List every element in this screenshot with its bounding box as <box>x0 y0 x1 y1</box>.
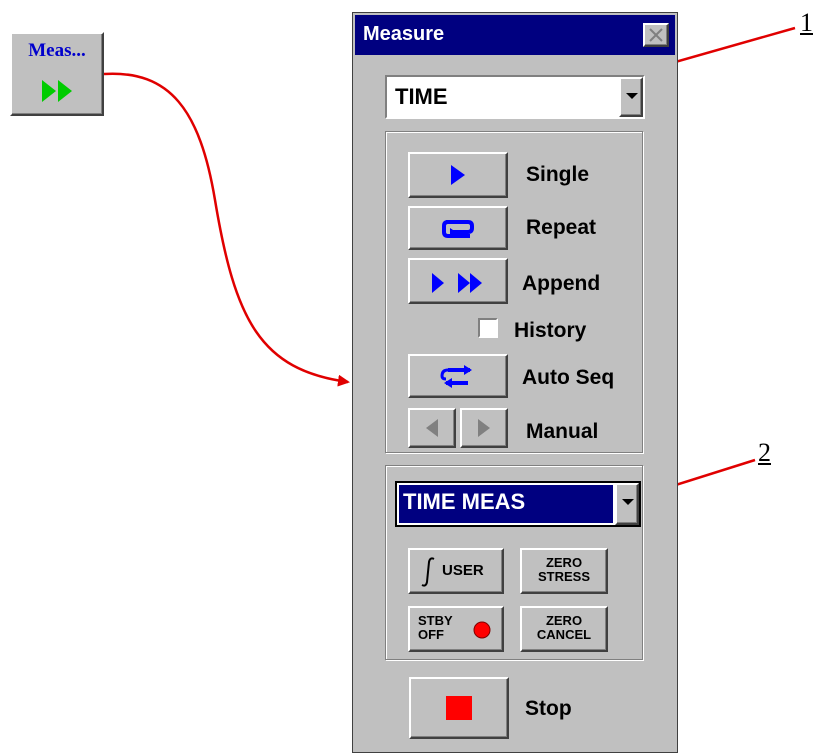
callout-2: 2 <box>758 438 771 467</box>
zero-stress-line1: ZERO <box>545 555 583 570</box>
append-label: Append <box>522 272 601 295</box>
repeat-icon <box>442 220 474 238</box>
auto-seq-button[interactable] <box>408 354 508 398</box>
measure-window: Measure TIME Single Repeat Append Histor… <box>352 12 678 753</box>
stby-line1: STBY <box>418 613 453 628</box>
repeat-button[interactable] <box>408 206 508 250</box>
auto-seq-icon <box>440 365 472 388</box>
callout-1: 1 <box>800 8 813 37</box>
single-button[interactable] <box>408 152 508 198</box>
manual-next-button[interactable] <box>460 408 508 448</box>
status-led-icon <box>473 621 491 639</box>
play-icon <box>451 165 465 185</box>
chevron-down-icon <box>626 93 638 99</box>
close-button[interactable] <box>643 23 669 47</box>
stop-button[interactable] <box>409 677 509 739</box>
arrow-right-icon <box>478 419 490 437</box>
link-arrow <box>103 72 350 387</box>
mode-dropdown[interactable]: TIME <box>385 75 645 119</box>
manual-prev-button[interactable] <box>408 408 456 448</box>
zero-stress-button[interactable]: ZERO STRESS <box>520 548 608 594</box>
zero-cancel-button[interactable]: ZERO CANCEL <box>520 606 608 652</box>
auto-seq-label: Auto Seq <box>522 366 615 389</box>
measure-mode-panel: Single Repeat Append History Auto Seq Ma… <box>385 131 643 453</box>
history-label: History <box>514 319 587 342</box>
stop-icon <box>446 696 472 720</box>
arrow-left-icon <box>426 419 438 437</box>
integral-icon <box>421 557 435 587</box>
close-icon <box>649 28 663 42</box>
window-title: Measure <box>363 23 445 45</box>
mode-dropdown-value: TIME <box>395 84 448 109</box>
mode-dropdown-button[interactable] <box>619 77 643 117</box>
zero-cancel-line2: CANCEL <box>536 627 592 642</box>
user-label: USER <box>442 562 484 579</box>
manual-label: Manual <box>526 420 599 443</box>
append-icon <box>432 273 482 293</box>
repeat-label: Repeat <box>526 216 597 239</box>
title-bar[interactable]: Measure <box>355 15 675 55</box>
append-button[interactable] <box>408 258 508 304</box>
zero-cancel-line1: ZERO <box>545 613 583 628</box>
stop-label: Stop <box>525 697 572 720</box>
user-integral-button[interactable]: USER <box>408 548 504 594</box>
zero-stress-line2: STRESS <box>537 569 590 584</box>
stby-line2: OFF <box>418 627 444 642</box>
single-label: Single <box>526 163 590 186</box>
standby-off-button[interactable]: STBY OFF <box>408 606 504 652</box>
history-checkbox[interactable] <box>478 318 498 338</box>
function-panel: USER ZERO STRESS STBY OFF ZERO CANCEL <box>385 465 643 660</box>
